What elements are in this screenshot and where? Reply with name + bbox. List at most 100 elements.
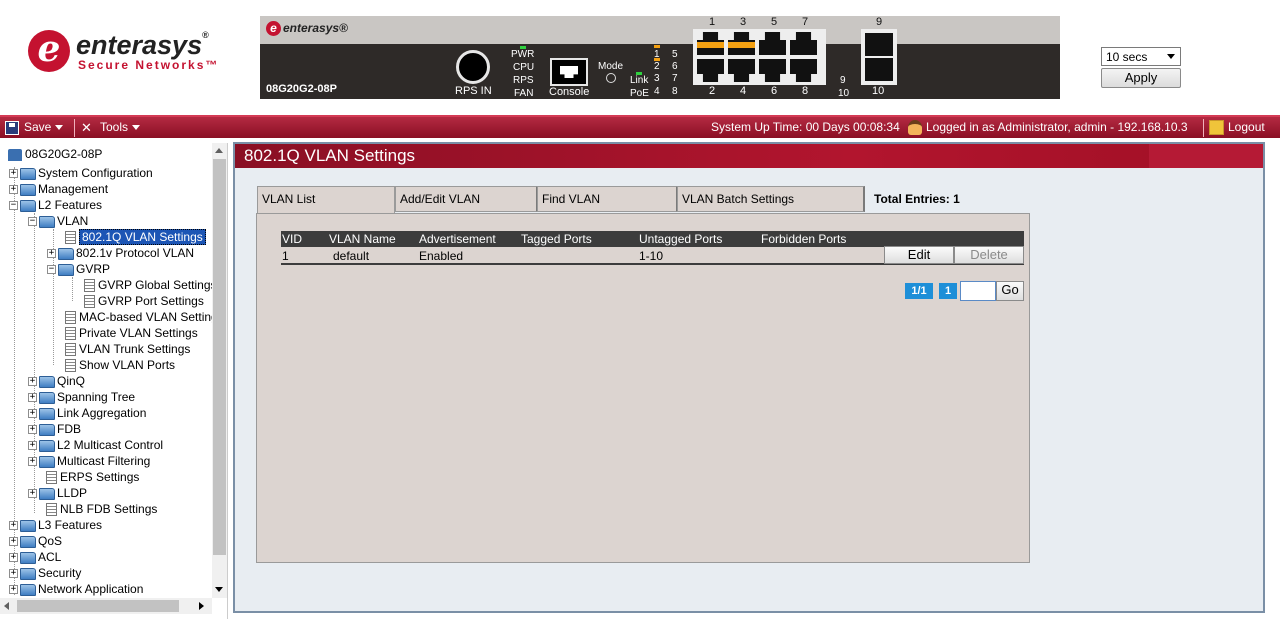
scrollbar-thumb[interactable] <box>213 159 226 555</box>
tree-item-802-1v-protocol-vlan[interactable]: +802.1v Protocol VLAN <box>47 245 194 261</box>
tree-item-lldp[interactable]: + LLDP <box>28 485 87 501</box>
edit-button[interactable]: Edit <box>884 246 954 264</box>
cell-vid: 1 <box>282 249 289 263</box>
poe-label: PoE <box>630 88 649 99</box>
tree-item-multicast-filtering[interactable]: + Multicast Filtering <box>28 453 150 469</box>
tree-item-802-1q-vlan-settings[interactable]: 802.1Q VLAN Settings <box>63 229 206 245</box>
tree-item-label: QoS <box>38 534 63 548</box>
tree-item-vlan-trunk-settings[interactable]: VLAN Trunk Settings <box>63 341 190 357</box>
ethernet-port-block <box>693 29 826 85</box>
page-of-indicator: 1/1 <box>905 283 933 299</box>
scrollbar-thumb[interactable] <box>17 600 179 612</box>
tree-item-system-configuration[interactable]: + System Configuration <box>9 165 153 181</box>
tree-item-label: VLAN <box>57 214 89 228</box>
tree-item-private-vlan-settings[interactable]: Private VLAN Settings <box>63 325 198 341</box>
expand-plus-icon[interactable]: + <box>47 249 56 259</box>
expand-plus-icon[interactable]: + <box>28 393 37 403</box>
tree-item-l2-features[interactable]: − L2 Features <box>9 197 102 213</box>
tree-guide <box>72 277 73 301</box>
expand-plus-icon[interactable]: + <box>28 409 37 419</box>
tab-vlan-list[interactable]: VLAN List <box>257 186 395 214</box>
tree-item-l2-multicast-control[interactable]: + L2 Multicast Control <box>28 437 163 453</box>
tree-item-spanning-tree[interactable]: + Spanning Tree <box>28 389 135 405</box>
port-8-icon[interactable] <box>790 59 817 82</box>
device-logo: e enterasys® <box>266 21 348 36</box>
expand-plus-icon[interactable]: + <box>9 185 18 195</box>
logout-button[interactable]: Logout <box>1209 120 1265 136</box>
expand-plus-icon[interactable]: + <box>9 553 18 563</box>
page-jump-input[interactable] <box>960 281 996 301</box>
save-menu[interactable]: Save <box>5 120 64 135</box>
tree-item-l3-features[interactable]: + L3 Features <box>9 517 102 533</box>
page-header: 802.1Q VLAN Settings <box>235 144 1263 168</box>
scroll-down-icon[interactable] <box>215 587 223 592</box>
expand-plus-icon[interactable]: + <box>28 457 37 467</box>
expand-plus-icon[interactable]: + <box>9 169 18 179</box>
tree-item-management[interactable]: + Management <box>9 181 108 197</box>
tab-vlan-batch-settings[interactable]: VLAN Batch Settings <box>677 186 865 212</box>
tree-item-fdb[interactable]: + FDB <box>28 421 81 437</box>
tab-find-vlan[interactable]: Find VLAN <box>537 186 678 212</box>
scroll-left-icon[interactable] <box>4 602 9 610</box>
tree-item-gvrp-global-settings[interactable]: GVRP Global Settings <box>82 277 212 293</box>
port-number: 7 <box>802 16 809 28</box>
led-num: 9 <box>840 75 846 86</box>
collapse-minus-icon[interactable]: − <box>9 201 18 211</box>
column-header-tagged-ports: Tagged Ports <box>521 232 592 246</box>
expand-plus-icon[interactable]: + <box>28 489 37 499</box>
expand-plus-icon[interactable]: + <box>28 377 37 387</box>
cell-advertisement: Enabled <box>419 249 464 263</box>
tree-item-label: GVRP Port Settings <box>98 294 204 308</box>
tree-item-security[interactable]: + Security <box>9 565 81 581</box>
apply-button[interactable]: Apply <box>1101 68 1181 88</box>
tree-item-label: L3 Features <box>38 518 103 532</box>
console-label: Console <box>549 86 590 98</box>
tree-item-label: 802.1Q VLAN Settings <box>79 229 206 245</box>
port-1-icon[interactable] <box>697 32 724 55</box>
tab-add-edit-vlan[interactable]: Add/Edit VLAN <box>395 186 538 212</box>
tree-root[interactable]: 08G20G2-08P <box>8 146 102 162</box>
tree-item-nlb-fdb-settings[interactable]: NLB FDB Settings <box>44 501 157 517</box>
port-3-icon[interactable] <box>728 32 755 55</box>
tree-item-qos[interactable]: + QoS <box>9 533 62 549</box>
expand-plus-icon[interactable]: + <box>9 537 18 547</box>
tree-item-gvrp[interactable]: − GVRP <box>47 261 110 277</box>
folder-icon <box>20 535 36 548</box>
port-2-icon[interactable] <box>697 59 724 82</box>
tree-item-erps-settings[interactable]: ERPS Settings <box>44 469 139 485</box>
folder-open-icon <box>58 263 74 276</box>
tree-item-network-application[interactable]: + Network Application <box>9 581 143 597</box>
refresh-interval-select[interactable]: 10 secs <box>1101 47 1181 66</box>
page-number-current[interactable]: 1 <box>939 283 957 299</box>
sfp-port-10-icon[interactable] <box>865 58 893 81</box>
scroll-up-icon[interactable] <box>215 148 223 153</box>
tree-vertical-scrollbar[interactable] <box>212 143 227 598</box>
tree-item-gvrp-port-settings[interactable]: GVRP Port Settings <box>82 293 204 309</box>
tree-item-vlan[interactable]: − VLAN <box>28 213 88 229</box>
expand-plus-icon[interactable]: + <box>28 441 37 451</box>
tools-menu[interactable]: ✕ Tools <box>81 120 141 135</box>
go-button[interactable]: Go <box>996 281 1024 301</box>
port-6-icon[interactable] <box>759 59 786 82</box>
sfp-port-9-icon[interactable] <box>865 33 893 56</box>
port-5-icon[interactable] <box>759 32 786 55</box>
expand-plus-icon[interactable]: + <box>9 521 18 531</box>
tree-item-show-vlan-ports[interactable]: Show VLAN Ports <box>63 357 175 373</box>
tree-horizontal-scrollbar[interactable] <box>0 598 212 614</box>
tree-item-acl[interactable]: + ACL <box>9 549 61 565</box>
delete-button[interactable]: Delete <box>954 246 1024 264</box>
expand-plus-icon[interactable]: + <box>9 585 18 595</box>
expand-plus-icon[interactable]: + <box>9 569 18 579</box>
scroll-right-icon[interactable] <box>199 602 204 610</box>
tree-item-qinq[interactable]: + QinQ <box>28 373 85 389</box>
port-4-icon[interactable] <box>728 59 755 82</box>
status-led-rps: RPS <box>513 75 534 86</box>
port-7-icon[interactable] <box>790 32 817 55</box>
expand-plus-icon[interactable]: + <box>28 425 37 435</box>
tree-item-mac-based-vlan-settings[interactable]: MAC-based VLAN Settings <box>63 309 212 325</box>
tree-item-link-aggregation[interactable]: + Link Aggregation <box>28 405 146 421</box>
collapse-minus-icon[interactable]: − <box>28 217 37 227</box>
port-number: 8 <box>802 85 809 97</box>
collapse-minus-icon[interactable]: − <box>47 265 56 275</box>
port-number: 10 <box>872 85 885 97</box>
